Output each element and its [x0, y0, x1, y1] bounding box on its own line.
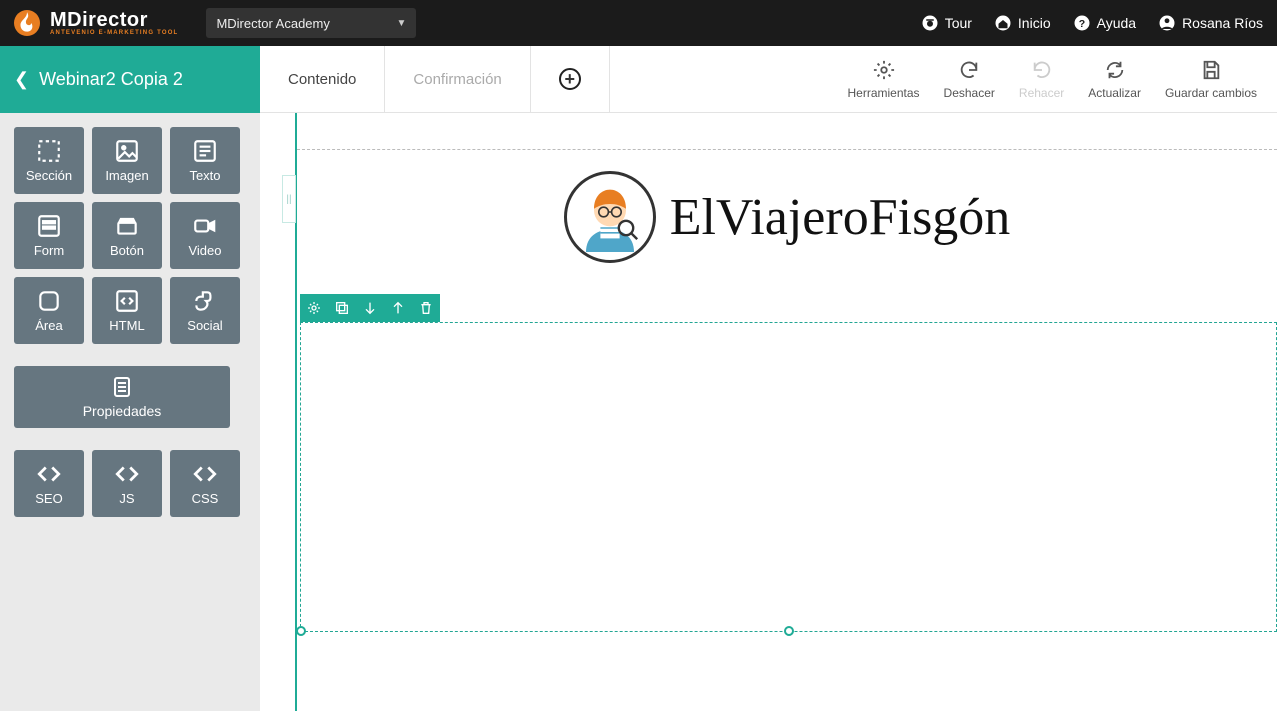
tool-form[interactable]: Form: [14, 202, 84, 269]
tool-text[interactable]: Texto: [170, 127, 240, 194]
tool-area[interactable]: Área: [14, 277, 84, 344]
gear-icon: [873, 59, 895, 81]
camera-icon: [921, 14, 939, 32]
brand-tagline: ANTEVENIO E-MARKETING TOOL: [50, 30, 178, 36]
area-icon: [36, 288, 62, 314]
top-nav: Tour Inicio ? Ayuda Rosana Ríos: [921, 14, 1263, 32]
nav-home-label: Inicio: [1018, 15, 1051, 31]
tool-js[interactable]: JS: [92, 450, 162, 517]
nav-tour-label: Tour: [945, 15, 972, 31]
nav-home[interactable]: Inicio: [994, 14, 1051, 32]
section-icon: [36, 138, 62, 164]
help-icon: ?: [1073, 14, 1091, 32]
resize-handle-bc[interactable]: [784, 626, 794, 636]
code-icon: [192, 461, 218, 487]
social-icon: [192, 288, 218, 314]
selected-block[interactable]: [300, 322, 1277, 632]
refresh-icon: [1104, 59, 1126, 81]
undo-icon: [958, 59, 980, 81]
back-chevron-icon[interactable]: ❮: [14, 69, 29, 90]
workspace-selector-label: MDirector Academy: [216, 16, 329, 31]
page-title: Webinar2 Copia 2: [39, 69, 183, 90]
action-refresh[interactable]: Actualizar: [1088, 59, 1141, 100]
nav-help-label: Ayuda: [1097, 15, 1136, 31]
tool-grid-code: SEO JS CSS: [14, 450, 246, 517]
gear-icon: [306, 300, 322, 316]
arrow-up-icon: [390, 300, 406, 316]
tab-confirm-label: Confirmación: [413, 71, 501, 88]
save-icon: [1200, 59, 1222, 81]
code-icon: [114, 461, 140, 487]
form-icon: [36, 213, 62, 239]
editor-actions: Herramientas Deshacer Rehacer Actualizar…: [828, 46, 1277, 112]
element-toolbar: [300, 294, 440, 322]
canvas[interactable]: ElViajeroFisgón: [260, 113, 1277, 711]
user-icon: [1158, 14, 1176, 32]
brand-name: MDirector: [50, 10, 178, 30]
top-bar: MDirector ANTEVENIO E-MARKETING TOOL MDi…: [0, 0, 1277, 46]
properties-icon: [110, 375, 134, 399]
tool-html[interactable]: HTML: [92, 277, 162, 344]
action-redo[interactable]: Rehacer: [1019, 59, 1064, 100]
copy-icon: [334, 300, 350, 316]
tool-video[interactable]: Video: [170, 202, 240, 269]
nav-tour[interactable]: Tour: [921, 14, 972, 32]
page-title-bar: ❮ Webinar2 Copia 2: [0, 46, 260, 113]
nav-user[interactable]: Rosana Ríos: [1158, 14, 1263, 32]
svg-text:?: ?: [1078, 18, 1084, 30]
tool-css[interactable]: CSS: [170, 450, 240, 517]
element-duplicate[interactable]: [328, 294, 356, 322]
element-delete[interactable]: [412, 294, 440, 322]
action-tools[interactable]: Herramientas: [848, 59, 920, 100]
brand-logo-icon: [14, 10, 40, 36]
tool-image[interactable]: Imagen: [92, 127, 162, 194]
drag-handle[interactable]: [282, 175, 296, 223]
flame-icon: [14, 10, 40, 36]
plus-icon: +: [559, 68, 581, 90]
redo-icon: [1031, 59, 1053, 81]
resize-handle-bl[interactable]: [296, 626, 306, 636]
video-icon: [192, 213, 218, 239]
trash-icon: [418, 300, 434, 316]
tool-social[interactable]: Social: [170, 277, 240, 344]
workspace-selector[interactable]: MDirector Academy ▼: [206, 8, 416, 38]
element-settings[interactable]: [300, 294, 328, 322]
arrow-down-icon: [362, 300, 378, 316]
row-divider: [297, 149, 1277, 150]
tool-button[interactable]: Botón: [92, 202, 162, 269]
tool-section[interactable]: Sección: [14, 127, 84, 194]
home-icon: [994, 14, 1012, 32]
nav-help[interactable]: ? Ayuda: [1073, 14, 1136, 32]
text-icon: [192, 138, 218, 164]
avatar-icon: [564, 171, 656, 263]
element-move-down[interactable]: [356, 294, 384, 322]
button-icon: [114, 213, 140, 239]
tab-content-label: Contenido: [288, 71, 356, 88]
canvas-logo-block[interactable]: ElViajeroFisgón: [297, 151, 1277, 283]
action-undo[interactable]: Deshacer: [944, 59, 995, 100]
tab-confirm[interactable]: Confirmación: [385, 46, 530, 112]
chevron-down-icon: ▼: [397, 18, 407, 29]
action-save[interactable]: Guardar cambios: [1165, 59, 1257, 100]
tabs-bar: Contenido Confirmación + Herramientas De…: [260, 46, 1277, 113]
tab-content[interactable]: Contenido: [260, 46, 385, 112]
image-icon: [114, 138, 140, 164]
tab-add[interactable]: +: [531, 46, 610, 112]
nav-user-label: Rosana Ríos: [1182, 15, 1263, 31]
tool-properties[interactable]: Propiedades: [14, 366, 230, 428]
html-icon: [114, 288, 140, 314]
tool-grid-primary: Sección Imagen Texto Form Botón: [14, 127, 246, 344]
tool-seo[interactable]: SEO: [14, 450, 84, 517]
canvas-brand-text: ElViajeroFisgón: [670, 188, 1011, 247]
code-icon: [36, 461, 62, 487]
workspace: Contenido Confirmación + Herramientas De…: [260, 46, 1277, 711]
element-move-up[interactable]: [384, 294, 412, 322]
sidebar: ❮ Webinar2 Copia 2 Sección Imagen Texto: [0, 46, 260, 711]
brand-logo: MDirector ANTEVENIO E-MARKETING TOOL: [14, 10, 178, 36]
